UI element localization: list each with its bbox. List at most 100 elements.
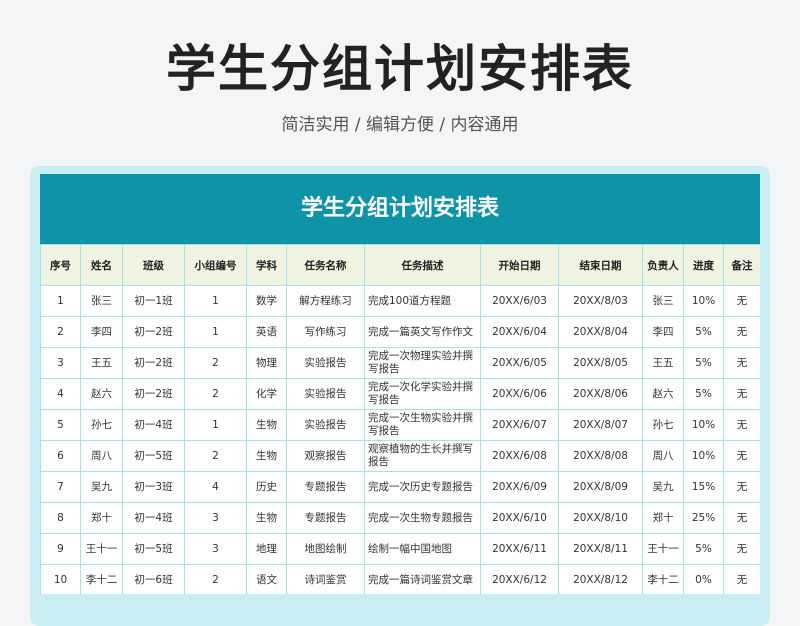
- cell-end-date[interactable]: 20XX/8/09: [558, 471, 643, 503]
- cell-class[interactable]: 初一3班: [122, 471, 185, 503]
- cell-task-name[interactable]: 专题报告: [286, 471, 365, 503]
- cell-class[interactable]: 初一2班: [122, 378, 185, 410]
- cell-progress[interactable]: 5%: [683, 378, 724, 410]
- cell-remark[interactable]: 无: [723, 440, 760, 472]
- cell-subject[interactable]: 语文: [246, 564, 287, 594]
- cell-subject[interactable]: 生物: [246, 409, 287, 441]
- cell-seq[interactable]: 9: [40, 533, 81, 565]
- cell-owner[interactable]: 王五: [642, 347, 684, 379]
- cell-task-desc[interactable]: 完成一篇诗词鉴赏文章: [364, 564, 481, 594]
- cell-subject[interactable]: 数学: [246, 285, 287, 317]
- cell-name[interactable]: 郑十: [80, 502, 123, 534]
- cell-remark[interactable]: 无: [723, 502, 760, 534]
- cell-name[interactable]: 赵六: [80, 378, 123, 410]
- cell-end-date[interactable]: 20XX/8/12: [558, 564, 643, 594]
- cell-remark[interactable]: 无: [723, 316, 760, 348]
- cell-progress[interactable]: 5%: [683, 533, 724, 565]
- cell-class[interactable]: 初一5班: [122, 440, 185, 472]
- cell-start-date[interactable]: 20XX/6/11: [480, 533, 559, 565]
- cell-progress[interactable]: 5%: [683, 316, 724, 348]
- cell-seq[interactable]: 8: [40, 502, 81, 534]
- cell-seq[interactable]: 2: [40, 316, 81, 348]
- cell-owner[interactable]: 李四: [642, 316, 684, 348]
- cell-class[interactable]: 初一2班: [122, 316, 185, 348]
- cell-owner[interactable]: 王十一: [642, 533, 684, 565]
- cell-owner[interactable]: 周八: [642, 440, 684, 472]
- cell-remark[interactable]: 无: [723, 285, 760, 317]
- cell-group-no[interactable]: 2: [184, 378, 247, 410]
- cell-class[interactable]: 初一2班: [122, 347, 185, 379]
- cell-seq[interactable]: 1: [40, 285, 81, 317]
- cell-task-desc[interactable]: 完成一次生物实验并撰写报告: [364, 409, 481, 441]
- cell-remark[interactable]: 无: [723, 347, 760, 379]
- cell-task-name[interactable]: 写作练习: [286, 316, 365, 348]
- cell-progress[interactable]: 25%: [683, 502, 724, 534]
- cell-task-name[interactable]: 实验报告: [286, 347, 365, 379]
- cell-task-desc[interactable]: 完成一次历史专题报告: [364, 471, 481, 503]
- cell-subject[interactable]: 历史: [246, 471, 287, 503]
- cell-owner[interactable]: 李十二: [642, 564, 684, 594]
- cell-task-desc[interactable]: 完成一次生物专题报告: [364, 502, 481, 534]
- cell-owner[interactable]: 张三: [642, 285, 684, 317]
- cell-group-no[interactable]: 1: [184, 409, 247, 441]
- cell-subject[interactable]: 英语: [246, 316, 287, 348]
- cell-progress[interactable]: 5%: [683, 347, 724, 379]
- cell-task-name[interactable]: 诗词鉴赏: [286, 564, 365, 594]
- cell-group-no[interactable]: 2: [184, 347, 247, 379]
- cell-end-date[interactable]: 20XX/8/11: [558, 533, 643, 565]
- cell-class[interactable]: 初一4班: [122, 502, 185, 534]
- cell-end-date[interactable]: 20XX/8/04: [558, 316, 643, 348]
- cell-subject[interactable]: 化学: [246, 378, 287, 410]
- cell-start-date[interactable]: 20XX/6/12: [480, 564, 559, 594]
- cell-group-no[interactable]: 2: [184, 440, 247, 472]
- cell-seq[interactable]: 3: [40, 347, 81, 379]
- cell-name[interactable]: 张三: [80, 285, 123, 317]
- cell-progress[interactable]: 10%: [683, 285, 724, 317]
- cell-progress[interactable]: 0%: [683, 564, 724, 594]
- cell-task-desc[interactable]: 完成100道方程题: [364, 285, 481, 317]
- cell-remark[interactable]: 无: [723, 409, 760, 441]
- cell-start-date[interactable]: 20XX/6/03: [480, 285, 559, 317]
- cell-name[interactable]: 孙七: [80, 409, 123, 441]
- cell-seq[interactable]: 10: [40, 564, 81, 594]
- cell-start-date[interactable]: 20XX/6/07: [480, 409, 559, 441]
- cell-name[interactable]: 王五: [80, 347, 123, 379]
- cell-progress[interactable]: 15%: [683, 471, 724, 503]
- cell-class[interactable]: 初一5班: [122, 533, 185, 565]
- cell-progress[interactable]: 10%: [683, 409, 724, 441]
- cell-seq[interactable]: 4: [40, 378, 81, 410]
- cell-owner[interactable]: 赵六: [642, 378, 684, 410]
- cell-remark[interactable]: 无: [723, 471, 760, 503]
- cell-owner[interactable]: 吴九: [642, 471, 684, 503]
- cell-remark[interactable]: 无: [723, 533, 760, 565]
- cell-start-date[interactable]: 20XX/6/08: [480, 440, 559, 472]
- cell-owner[interactable]: 孙七: [642, 409, 684, 441]
- cell-class[interactable]: 初一6班: [122, 564, 185, 594]
- cell-task-desc[interactable]: 完成一次化学实验并撰写报告: [364, 378, 481, 410]
- cell-task-name[interactable]: 实验报告: [286, 378, 365, 410]
- cell-subject[interactable]: 生物: [246, 440, 287, 472]
- cell-end-date[interactable]: 20XX/8/07: [558, 409, 643, 441]
- cell-task-desc[interactable]: 完成一次物理实验并撰写报告: [364, 347, 481, 379]
- cell-task-desc[interactable]: 完成一篇英文写作作文: [364, 316, 481, 348]
- cell-name[interactable]: 李十二: [80, 564, 123, 594]
- cell-start-date[interactable]: 20XX/6/09: [480, 471, 559, 503]
- cell-class[interactable]: 初一1班: [122, 285, 185, 317]
- cell-group-no[interactable]: 3: [184, 502, 247, 534]
- cell-task-name[interactable]: 实验报告: [286, 409, 365, 441]
- cell-name[interactable]: 王十一: [80, 533, 123, 565]
- cell-task-name[interactable]: 解方程练习: [286, 285, 365, 317]
- cell-task-name[interactable]: 专题报告: [286, 502, 365, 534]
- cell-task-name[interactable]: 地图绘制: [286, 533, 365, 565]
- cell-start-date[interactable]: 20XX/6/04: [480, 316, 559, 348]
- cell-group-no[interactable]: 4: [184, 471, 247, 503]
- cell-group-no[interactable]: 2: [184, 564, 247, 594]
- cell-subject[interactable]: 物理: [246, 347, 287, 379]
- cell-group-no[interactable]: 3: [184, 533, 247, 565]
- cell-start-date[interactable]: 20XX/6/10: [480, 502, 559, 534]
- cell-group-no[interactable]: 1: [184, 316, 247, 348]
- cell-progress[interactable]: 10%: [683, 440, 724, 472]
- cell-seq[interactable]: 7: [40, 471, 81, 503]
- cell-name[interactable]: 周八: [80, 440, 123, 472]
- cell-subject[interactable]: 地理: [246, 533, 287, 565]
